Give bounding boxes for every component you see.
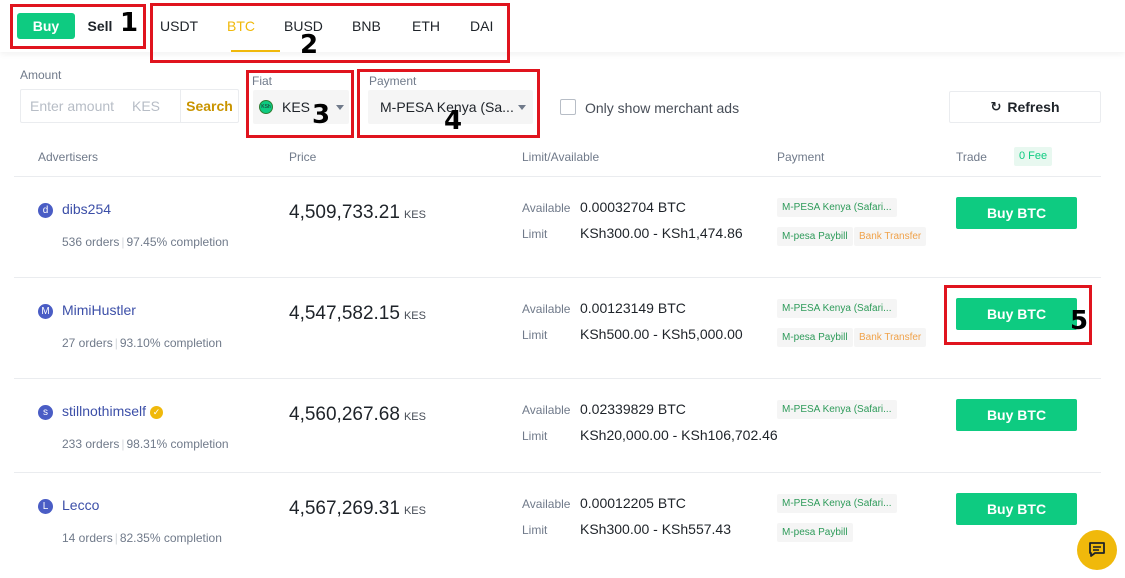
limit-value: KSh300.00 - KSh1,474.86	[580, 225, 743, 241]
table-row: s stillnothimself ✓ 233 orders | 98.31% com…	[14, 378, 1101, 472]
available-label: Available	[522, 201, 571, 215]
advertiser-name-text: MimiHustler	[62, 302, 136, 318]
refresh-icon: ↻	[990, 99, 1002, 114]
price-value: 4,567,269.31	[289, 498, 400, 519]
available-value: 0.00012205 BTC	[580, 495, 686, 511]
payment-method-tag: M-PESA Kenya (Safari...	[777, 198, 897, 217]
header-limit-available: Limit/Available	[522, 150, 600, 164]
avatar: s	[38, 405, 53, 420]
header-trade: Trade	[956, 150, 987, 164]
annotation-number: 3	[312, 100, 331, 130]
completion-rate: 97.45% completion	[126, 235, 229, 249]
refresh-label: Refresh	[1007, 99, 1060, 115]
advertiser-stats: 27 orders | 93.10% completion	[62, 336, 222, 350]
completion-rate: 93.10% completion	[119, 336, 222, 350]
advertiser-name-text: stillnothimself	[62, 403, 147, 419]
available-value: 0.00123149 BTC	[580, 300, 686, 316]
amount-field: KES Search	[20, 89, 239, 123]
limit-value: KSh500.00 - KSh5,000.00	[580, 326, 743, 342]
chat-icon	[1089, 542, 1105, 557]
advertiser-name[interactable]: Lecco	[62, 497, 99, 513]
advertiser-name[interactable]: stillnothimself ✓	[62, 403, 164, 419]
header-advertisers: Advertisers	[38, 150, 99, 164]
payment-method-tag: Bank Transfer	[854, 227, 927, 246]
available-label: Available	[522, 403, 571, 417]
order-count: 27 orders	[62, 336, 113, 350]
payment-method-tag: M-PESA Kenya (Safari...	[777, 400, 897, 419]
advertiser-name-text: Lecco	[62, 497, 100, 513]
advertiser-name[interactable]: dibs254	[62, 201, 111, 217]
price: 4,547,582.15 KES	[289, 303, 426, 325]
price: 4,560,267.68 KES	[289, 404, 426, 426]
annotation-number: 1	[120, 8, 139, 38]
limit-value: KSh300.00 - KSh557.43	[580, 521, 732, 537]
price-currency: KES	[403, 310, 426, 322]
price-value: 4,509,733.21	[289, 202, 400, 223]
available-label: Available	[522, 497, 571, 511]
header-payment: Payment	[777, 150, 825, 164]
buy-btc-button[interactable]: Buy BTC	[956, 399, 1077, 431]
price: 4,567,269.31 KES	[289, 498, 426, 520]
payment-method-tag: M-pesa Paybill	[777, 328, 853, 347]
limit-label: Limit	[522, 227, 548, 241]
limit-label: Limit	[522, 429, 548, 443]
available-label: Available	[522, 302, 571, 316]
order-count: 233 orders	[62, 437, 120, 451]
payment-method-tag: M-pesa Paybill	[777, 523, 853, 542]
merchant-only-checkbox[interactable]	[560, 99, 576, 115]
table-row: L Lecco 14 orders | 82.35% completion 4,56…	[14, 472, 1101, 573]
avatar: M	[38, 304, 53, 319]
available-value: 0.02339829 BTC	[580, 401, 686, 417]
price-currency: KES	[403, 209, 426, 221]
annotation-number: 4	[444, 106, 463, 136]
advertiser-name-text: dibs254	[62, 201, 112, 217]
amount-label: Amount	[20, 68, 62, 82]
header-price: Price	[289, 150, 317, 164]
annotation-box	[150, 3, 510, 63]
completion-rate: 98.31% completion	[126, 437, 229, 451]
annotation-number: 2	[300, 30, 319, 60]
limit-value: KSh20,000.00 - KSh106,702.46	[580, 427, 778, 443]
payment-method-tag: Bank Transfer	[854, 328, 927, 347]
table-row: d dibs254 536 orders | 97.45% completion 4…	[14, 176, 1101, 277]
advertiser-name[interactable]: MimiHustler	[62, 302, 136, 318]
buy-btc-button[interactable]: Buy BTC	[956, 197, 1077, 229]
zero-fee-badge: 0 Fee	[1014, 147, 1053, 166]
payment-method-tag: M-PESA Kenya (Safari...	[777, 494, 897, 513]
price: 4,509,733.21 KES	[289, 202, 426, 224]
payment-method-tag: M-pesa Paybill	[777, 227, 853, 246]
annotation-box	[246, 70, 354, 138]
price-currency: KES	[403, 505, 426, 517]
advertiser-stats: 536 orders | 97.45% completion	[62, 235, 229, 249]
merchant-only-label: Only show merchant ads	[585, 100, 740, 116]
verified-badge-icon: ✓	[150, 406, 164, 419]
amount-unit: KES	[132, 98, 161, 114]
avatar: d	[38, 203, 53, 218]
price-currency: KES	[403, 411, 426, 423]
available-value: 0.00032704 BTC	[580, 199, 686, 215]
amount-input[interactable]	[30, 98, 130, 114]
order-count: 14 orders	[62, 531, 113, 545]
limit-label: Limit	[522, 328, 548, 342]
buy-btc-button[interactable]: Buy BTC	[956, 493, 1077, 525]
price-value: 4,547,582.15	[289, 303, 400, 324]
payment-method-tag: M-PESA Kenya (Safari...	[777, 299, 897, 318]
completion-rate: 82.35% completion	[119, 531, 222, 545]
annotation-number: 5	[1070, 306, 1089, 336]
order-count: 536 orders	[62, 235, 120, 249]
avatar: L	[38, 499, 53, 514]
limit-label: Limit	[522, 523, 548, 537]
advertiser-stats: 14 orders | 82.35% completion	[62, 531, 222, 545]
table-row: M MimiHustler 27 orders | 93.10% completio…	[14, 277, 1101, 378]
refresh-button[interactable]: ↻ Refresh	[949, 91, 1101, 123]
amount-search-button[interactable]: Search	[180, 90, 238, 122]
chat-button[interactable]	[1077, 530, 1117, 570]
advertiser-stats: 233 orders | 98.31% completion	[62, 437, 229, 451]
price-value: 4,560,267.68	[289, 404, 400, 425]
